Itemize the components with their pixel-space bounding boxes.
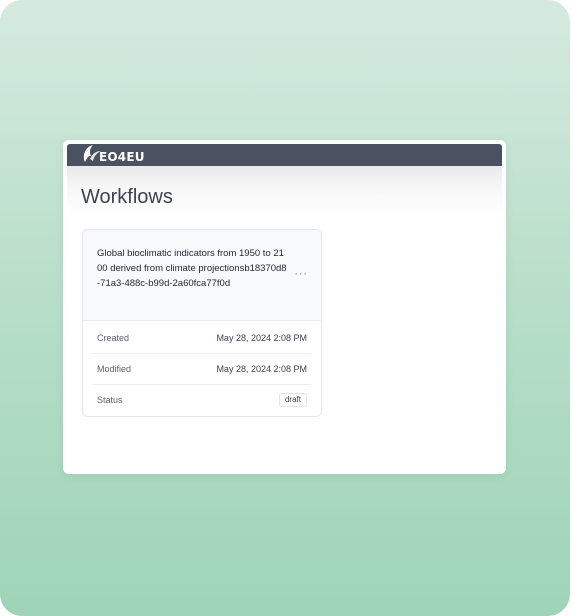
workflow-card[interactable]: Global bioclimatic indicators from 1950 … bbox=[82, 229, 322, 417]
page-title: Workflows bbox=[81, 186, 173, 208]
logo-text: EO4EU bbox=[99, 150, 145, 164]
top-navbar: EO4EU bbox=[67, 144, 502, 166]
created-label: Created bbox=[97, 333, 130, 343]
more-options-icon[interactable]: ··· bbox=[293, 266, 309, 280]
status-badge: draft bbox=[278, 393, 307, 407]
app-window: EO4EU Workflows Global bioclimatic indic… bbox=[63, 140, 506, 474]
backdrop: EO4EU Workflows Global bioclimatic indic… bbox=[0, 0, 570, 616]
modified-value: May 28, 2024 2:08 PM bbox=[216, 364, 307, 374]
modified-label: Modified bbox=[97, 364, 132, 374]
created-value: May 28, 2024 2:08 PM bbox=[216, 333, 307, 343]
eo4eu-logo[interactable]: EO4EU bbox=[81, 142, 145, 166]
modified-row: Modified May 28, 2024 2:08 PM bbox=[83, 353, 321, 384]
status-row: Status draft bbox=[83, 384, 321, 415]
workflow-title[interactable]: Global bioclimatic indicators from 1950 … bbox=[97, 246, 287, 291]
status-label: Status bbox=[97, 395, 123, 405]
created-row: Created May 28, 2024 2:08 PM bbox=[83, 322, 321, 353]
workflow-card-header: Global bioclimatic indicators from 1950 … bbox=[83, 230, 321, 321]
